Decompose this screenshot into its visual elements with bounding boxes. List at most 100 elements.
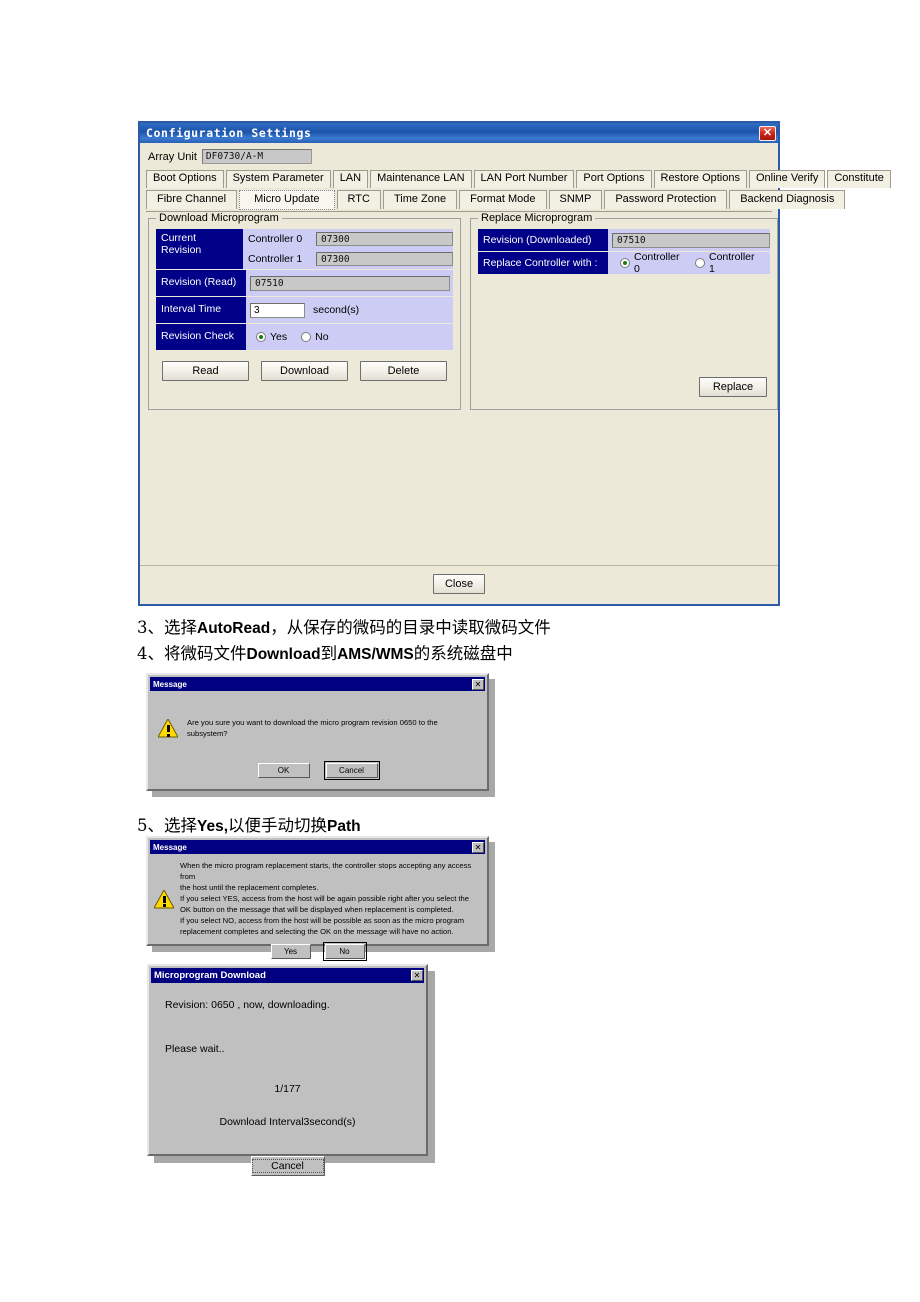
interval-time-value-wrap: 3 second(s) [246,297,453,324]
close-icon[interactable]: ✕ [472,678,484,690]
tab-rtc[interactable]: RTC [336,189,381,210]
dialog-title: Message [153,679,187,689]
array-unit-label: Array Unit [148,150,197,163]
close-icon[interactable]: ✕ [472,841,484,853]
revision-check-no-option[interactable]: No [301,331,329,344]
controller1-value: 07300 [316,252,453,267]
cancel-button[interactable]: Cancel [323,761,380,780]
progress-revision-line: Revision: 0650 , now, downloading. [149,983,426,1013]
message-line-4: OK button on the message that will be di… [180,905,454,914]
warning-bang [166,725,170,732]
download-microprogram-group: Download Microprogram Current Revision C… [148,212,461,411]
revision-read-row: Revision (Read) 07510 [156,270,453,297]
tab-constitute[interactable]: Constitute [827,170,891,188]
revision-check-yes-option[interactable]: Yes [256,331,287,343]
tab-backend-diagnosis[interactable]: Backend Diagnosis [729,189,846,210]
dialog-message: When the micro program replacement start… [180,860,479,937]
message-line-6: replacement completes and selecting the … [180,927,454,936]
radio-on-icon [620,258,630,269]
tab-row-upper: Boot Options System Parameter LAN Mainte… [140,170,891,188]
cancel-button-label: Cancel [251,1158,324,1173]
download-button[interactable]: Download [261,361,348,382]
tab-maintenance-lan[interactable]: Maintenance LAN [370,170,472,188]
revision-check-label: Revision Check [156,324,246,351]
revision-check-no-label: No [315,331,329,344]
line5-en2: Path [327,818,361,835]
instruction-line-4: 4、将微码文件Download到AMS/WMS的系统磁盘中 [137,640,513,664]
download-group-inner: Current Revision Controller 0 07300 Cont… [149,219,460,382]
revision-check-options: Yes No [246,324,453,351]
ok-button[interactable]: OK [257,763,310,778]
tab-time-zone[interactable]: Time Zone [382,189,458,210]
array-unit-row: Array Unit DF0730/A-M [140,143,778,167]
progress-interval-line: Download Interval3second(s) [149,1098,426,1130]
line4-mid: 到 [320,644,338,663]
array-unit-value: DF0730/A-M [201,149,312,164]
tab-fibre-channel[interactable]: Fibre Channel [146,189,238,210]
tab-password-protection[interactable]: Password Protection [604,189,728,210]
replace-controller0-option[interactable]: Controller 0 [620,251,681,275]
cancel-button[interactable]: Cancel [250,1155,325,1176]
dialog-titlebar: Microprogram Download ✕ [151,968,424,983]
no-button[interactable]: No [322,942,367,961]
delete-button[interactable]: Delete [360,361,447,382]
replace-group-inner: Revision (Downloaded) 07510 Replace Cont… [471,219,777,275]
revision-text: Revision: 0650 , now, downloading. [165,999,330,1011]
tab-row-lower: Fibre Channel Micro Update RTC Time Zone… [140,189,846,211]
dialog-message: Are you sure you want to download the mi… [187,718,438,738]
close-button[interactable]: Close [433,574,485,595]
read-button[interactable]: Read [162,361,249,382]
configuration-settings-window: Configuration Settings ✕ Array Unit DF07… [138,121,891,606]
dialog-titlebar: Message ✕ [150,840,485,854]
interval-time-label: Interval Time [156,297,246,324]
current-revision-values: Controller 0 07300 Controller 1 07300 [243,229,453,270]
line3-prefix: 3、选择 [137,618,197,637]
close-icon[interactable]: ✕ [411,970,423,981]
current-revision-label: Current Revision [156,229,243,270]
controller1-row: Controller 1 07300 [243,249,453,269]
yes-button[interactable]: Yes [270,944,311,959]
tab-online-verify[interactable]: Online Verify [748,170,826,188]
tab-system-parameter[interactable]: System Parameter [225,170,331,188]
replace-controller-row: Replace Controller with : Controller 0 C… [478,251,770,275]
message-line-2: the host until the replacement completes… [180,883,319,892]
please-wait-text: Please wait.. [165,1043,225,1056]
replace-controller1-option[interactable]: Controller 1 [695,251,756,275]
message-line-3: If you select YES, access from the host … [180,894,469,903]
window-title: Configuration Settings [146,126,312,140]
radio-off-icon [695,258,705,269]
warning-dot [162,904,166,907]
replace-controller-label: Replace Controller with : [478,252,608,275]
progress-wait-line: Please wait.. [149,1013,426,1057]
tab-format-mode[interactable]: Format Mode [459,189,547,210]
line3-en: AutoRead [197,620,271,637]
tab-snmp[interactable]: SNMP [548,189,603,210]
dialog-title: Microprogram Download [154,970,266,981]
line4-en2: AMS/WMS [337,646,414,663]
radio-on-icon [256,332,266,343]
interval-time-row: Interval Time 3 second(s) [156,297,453,324]
tab-restore-options[interactable]: Restore Options [653,170,747,188]
instruction-line-5: 5、选择Yes,以便手动切换Path [137,812,361,836]
interval-time-input[interactable]: 3 [250,302,305,318]
replace-button[interactable]: Replace [699,377,767,398]
line4-en: Download [246,646,321,663]
message-line-5: If you select NO, access from the host w… [180,916,465,925]
revision-read-value: 07510 [250,275,450,291]
tab-lan-port-number[interactable]: LAN Port Number [473,170,575,188]
tab-micro-update[interactable]: Micro Update [239,189,335,211]
dialog-title: Message [153,842,187,852]
close-icon[interactable]: ✕ [759,125,776,141]
interval-time-unit: second(s) [313,304,360,317]
window-footer: Close [140,565,778,602]
tab-port-options[interactable]: Port Options [576,170,652,188]
revision-check-row: Revision Check Yes No [156,324,453,351]
dialog-replace-warning: Message ✕ When the micro program replace… [146,836,489,961]
revision-read-value-wrap: 07510 [246,270,453,297]
tab-boot-options[interactable]: Boot Options [146,170,224,188]
replace-controller0-label: Controller 0 [634,251,680,276]
dialog-content: Are you sure you want to download the mi… [148,691,487,739]
tab-lan[interactable]: LAN [332,170,369,188]
controller0-label: Controller 0 [248,233,303,246]
controller0-row: Controller 0 07300 [243,229,453,249]
